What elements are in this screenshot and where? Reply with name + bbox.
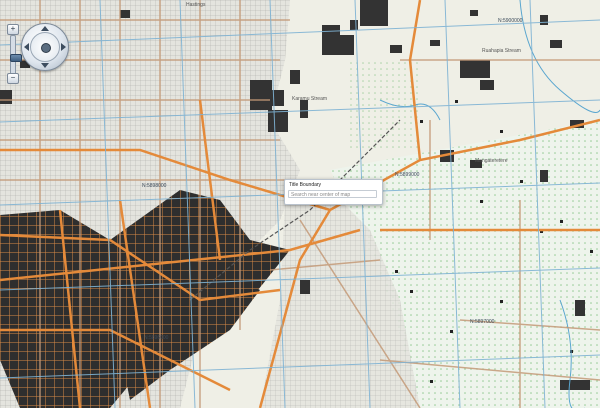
place-label: Mangateretere — [475, 158, 508, 164]
pan-down-arrow-icon[interactable] — [41, 63, 49, 68]
grid-label: N:5899000 — [395, 172, 420, 178]
zoom-slider-thumb[interactable] — [10, 54, 22, 62]
pan-center-button[interactable] — [41, 43, 51, 53]
search-input[interactable]: Search near center of map — [288, 190, 377, 198]
pan-up-arrow-icon[interactable] — [41, 26, 49, 31]
zoom-control: + − — [7, 24, 22, 84]
place-label: Karamu Stream — [292, 96, 327, 102]
place-label: Ruahapia Stream — [482, 48, 521, 54]
pan-control[interactable] — [21, 23, 69, 71]
grid-label: N:5897000 — [470, 319, 495, 325]
map-viewer[interactable]: N:5900000 N:5899000 N:5898000 N:5897000 … — [0, 0, 600, 408]
pan-right-arrow-icon[interactable] — [61, 43, 66, 51]
popup-title: Title Boundary — [289, 182, 322, 188]
pan-left-arrow-icon[interactable] — [24, 43, 29, 51]
grid-label: N:5896000 — [144, 335, 169, 341]
navigation-control: + − — [3, 20, 69, 90]
grid-label: N:5898000 — [142, 183, 167, 189]
zoom-out-button[interactable]: − — [7, 73, 19, 84]
search-popup: Title Boundary Search near center of map — [284, 179, 383, 205]
grid-label: N:5900000 — [498, 18, 523, 24]
place-label: Hastings — [186, 2, 206, 8]
zoom-in-button[interactable]: + — [7, 24, 19, 35]
zoom-slider[interactable] — [10, 35, 22, 75]
